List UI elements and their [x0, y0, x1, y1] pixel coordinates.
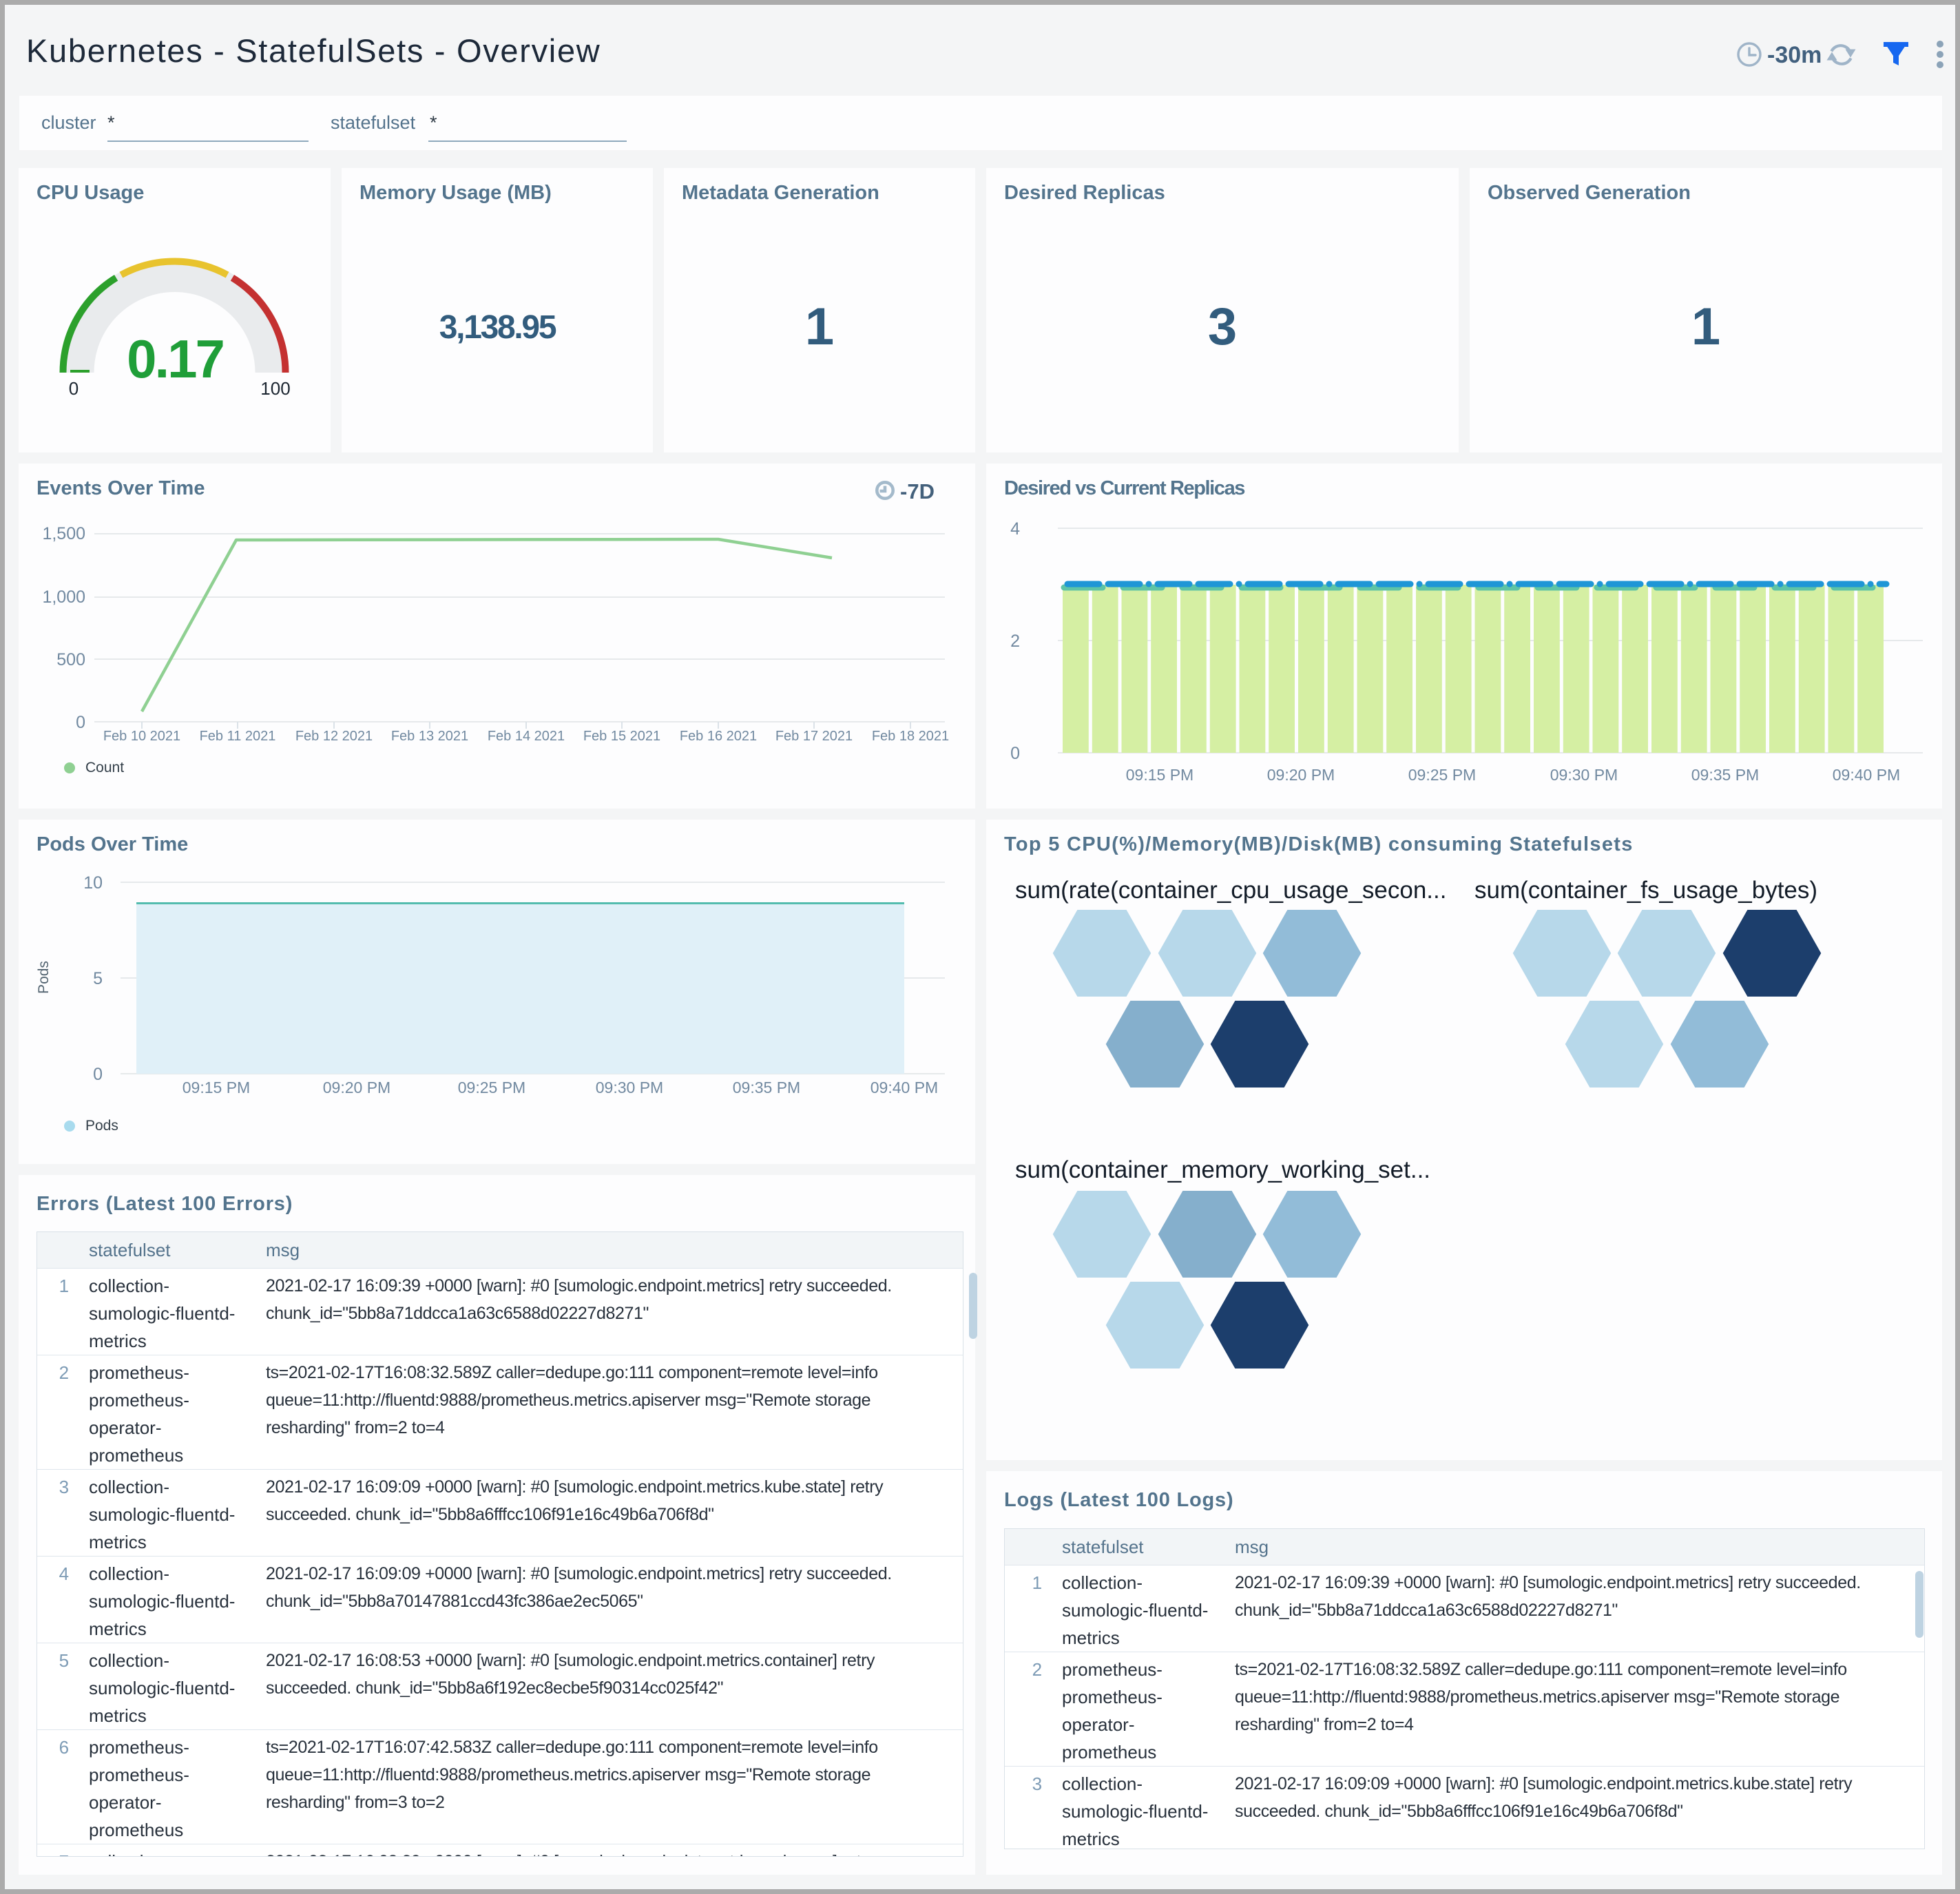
svg-text:Feb 11 2021: Feb 11 2021	[200, 729, 276, 744]
svg-text:1,000: 1,000	[42, 587, 85, 607]
svg-text:Feb 13 2021: Feb 13 2021	[391, 729, 468, 744]
svg-text:09:25 PM: 09:25 PM	[1408, 766, 1476, 784]
svg-text:Feb 17 2021: Feb 17 2021	[775, 729, 853, 744]
svg-text:0: 0	[69, 378, 79, 399]
svg-text:Feb 12 2021: Feb 12 2021	[295, 729, 373, 744]
svg-text:0: 0	[1010, 744, 1020, 763]
svg-text:-30m: -30m	[1767, 42, 1822, 68]
svg-text:09:40 PM: 09:40 PM	[870, 1079, 938, 1096]
svg-text:0: 0	[76, 713, 85, 732]
svg-text:09:30 PM: 09:30 PM	[596, 1079, 663, 1096]
svg-text:500: 500	[56, 650, 85, 669]
svg-text:100: 100	[260, 378, 290, 399]
svg-text:09:35 PM: 09:35 PM	[1691, 766, 1759, 784]
svg-text:09:20 PM: 09:20 PM	[1267, 766, 1335, 784]
svg-text:09:40 PM: 09:40 PM	[1833, 766, 1900, 784]
svg-text:Feb 15 2021: Feb 15 2021	[583, 729, 660, 744]
svg-text:5: 5	[93, 969, 103, 988]
svg-text:4: 4	[1010, 519, 1020, 539]
svg-text:09:25 PM: 09:25 PM	[458, 1079, 525, 1096]
svg-text:Feb 10 2021: Feb 10 2021	[103, 729, 180, 744]
svg-text:09:15 PM: 09:15 PM	[183, 1079, 250, 1096]
svg-text:Pods: Pods	[36, 961, 52, 994]
svg-text:Feb 14 2021: Feb 14 2021	[488, 729, 565, 744]
svg-text:09:35 PM: 09:35 PM	[733, 1079, 800, 1096]
svg-text:09:20 PM: 09:20 PM	[323, 1079, 390, 1096]
svg-text:0: 0	[93, 1065, 103, 1084]
svg-text:2: 2	[1010, 632, 1020, 651]
svg-text:1,500: 1,500	[42, 524, 85, 543]
svg-text:0.17: 0.17	[127, 329, 223, 389]
svg-text:09:15 PM: 09:15 PM	[1126, 766, 1193, 784]
svg-text:09:30 PM: 09:30 PM	[1550, 766, 1618, 784]
svg-text:Feb 16 2021: Feb 16 2021	[680, 729, 757, 744]
svg-text:Feb 18 2021: Feb 18 2021	[872, 729, 949, 744]
svg-text:10: 10	[83, 873, 103, 893]
